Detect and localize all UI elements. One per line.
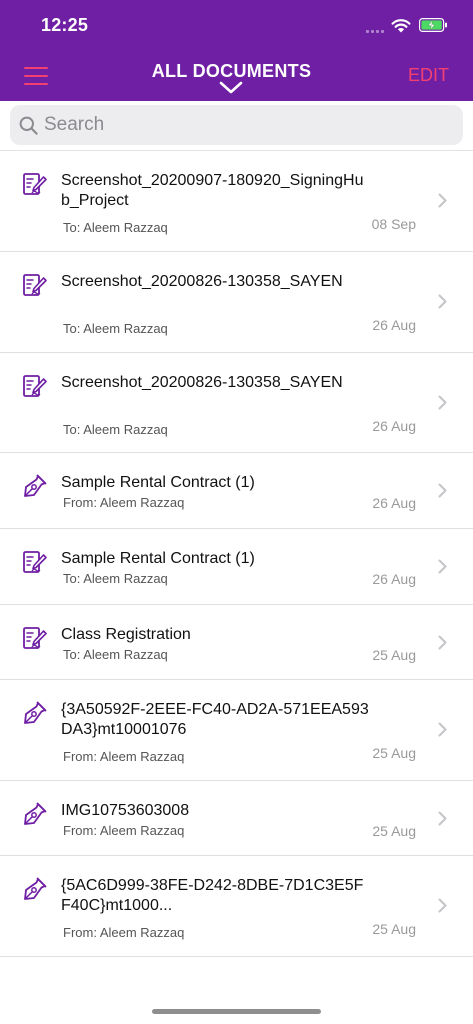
document-title: IMG10753603008 [61,802,190,819]
chevron-down-icon [219,81,243,94]
document-row[interactable]: Class Registration To: Aleem Razzaq 25 Aug [0,605,473,680]
pen-nib-icon [22,700,48,726]
pen-nib-icon [22,876,48,902]
search-placeholder: Search [44,114,105,135]
document-sign-icon [22,272,48,298]
document-filter-title-button[interactable]: ALL DOCUMENTS [140,60,323,100]
document-title: Screenshot_20200907-180920_SigningHub_Pr… [61,172,364,209]
chevron-right-icon [438,294,447,309]
wifi-icon [391,19,411,33]
document-title: Sample Rental Contract (1) [61,474,255,491]
document-date: 25 Aug [372,745,416,761]
document-recipient: From: Aleem Razzaq [63,823,185,838]
document-row[interactable]: Sample Rental Contract (1) To: Aleem Razz… [0,529,473,605]
document-title: Class Registration [61,626,191,643]
document-recipient: From: Aleem Razzaq [63,495,185,510]
document-sign-icon [22,625,48,651]
app-screen: 12:25 ALL DOCUMENTS EDIT Search Screensh… [0,0,473,1024]
battery-charging-icon [419,18,447,32]
edit-button[interactable]: EDIT [408,65,449,86]
document-date: 08 Sep [371,216,416,232]
header-bar: 12:25 ALL DOCUMENTS EDIT [0,0,473,101]
page-title: ALL DOCUMENTS [151,61,312,81]
document-row[interactable]: Screenshot_20200826-130358_SAYEN To: Alee… [0,353,473,453]
document-date: 26 Aug [372,317,416,333]
document-recipient: To: Aleem Razzaq [63,647,168,662]
document-title: {5AC6D999-38FE-D242-8DBE-7D1C3E5FF40C}mt… [61,877,364,914]
document-title: Screenshot_20200826-130358_SAYEN [61,273,343,290]
document-date: 26 Aug [372,571,416,587]
document-row[interactable]: {5AC6D999-38FE-D242-8DBE-7D1C3E5FF40C}mt… [0,856,473,957]
document-title: Sample Rental Contract (1) [61,550,255,567]
document-row[interactable]: {3A50592F-2EEE-FC40-AD2A-571EEA593DA3}mt… [0,680,473,781]
document-recipient: To: Aleem Razzaq [63,321,168,336]
document-date: 26 Aug [372,495,416,511]
document-sign-icon [22,373,48,399]
document-title: {3A50592F-2EEE-FC40-AD2A-571EEA593DA3}mt… [61,701,369,738]
document-date: 25 Aug [372,647,416,663]
document-recipient: To: Aleem Razzaq [63,571,168,586]
document-row[interactable]: Screenshot_20200907-180920_SigningHub_Pr… [0,151,473,252]
document-recipient: To: Aleem Razzaq [63,220,168,235]
document-date: 26 Aug [372,418,416,434]
search-input[interactable]: Search [10,105,463,145]
chevron-right-icon [438,559,447,574]
document-date: 25 Aug [372,823,416,839]
cellular-signal-icon [366,27,386,33]
document-row[interactable]: Sample Rental Contract (1) From: Aleem Ra… [0,453,473,529]
chevron-right-icon [438,722,447,737]
document-recipient: From: Aleem Razzaq [63,925,185,940]
document-row[interactable]: IMG10753603008 From: Aleem Razzaq 25 Aug [0,781,473,856]
document-list: Screenshot_20200907-180920_SigningHub_Pr… [0,151,473,957]
document-row[interactable]: Screenshot_20200826-130358_SAYEN To: Alee… [0,252,473,353]
chevron-right-icon [438,483,447,498]
document-sign-icon [22,171,48,197]
pen-nib-icon [22,801,48,827]
chevron-right-icon [438,193,447,208]
document-date: 25 Aug [372,921,416,937]
search-icon [19,116,38,135]
document-recipient: From: Aleem Razzaq [63,749,185,764]
chevron-right-icon [438,898,447,913]
document-recipient: To: Aleem Razzaq [63,422,168,437]
status-time: 12:25 [41,15,89,35]
chevron-right-icon [438,635,447,650]
hamburger-menu-button[interactable] [24,66,48,86]
pen-nib-icon [22,473,48,499]
chevron-right-icon [438,395,447,410]
chevron-right-icon [438,811,447,826]
home-indicator[interactable] [152,1009,321,1014]
document-title: Screenshot_20200826-130358_SAYEN [61,374,343,391]
document-sign-icon [22,549,48,575]
